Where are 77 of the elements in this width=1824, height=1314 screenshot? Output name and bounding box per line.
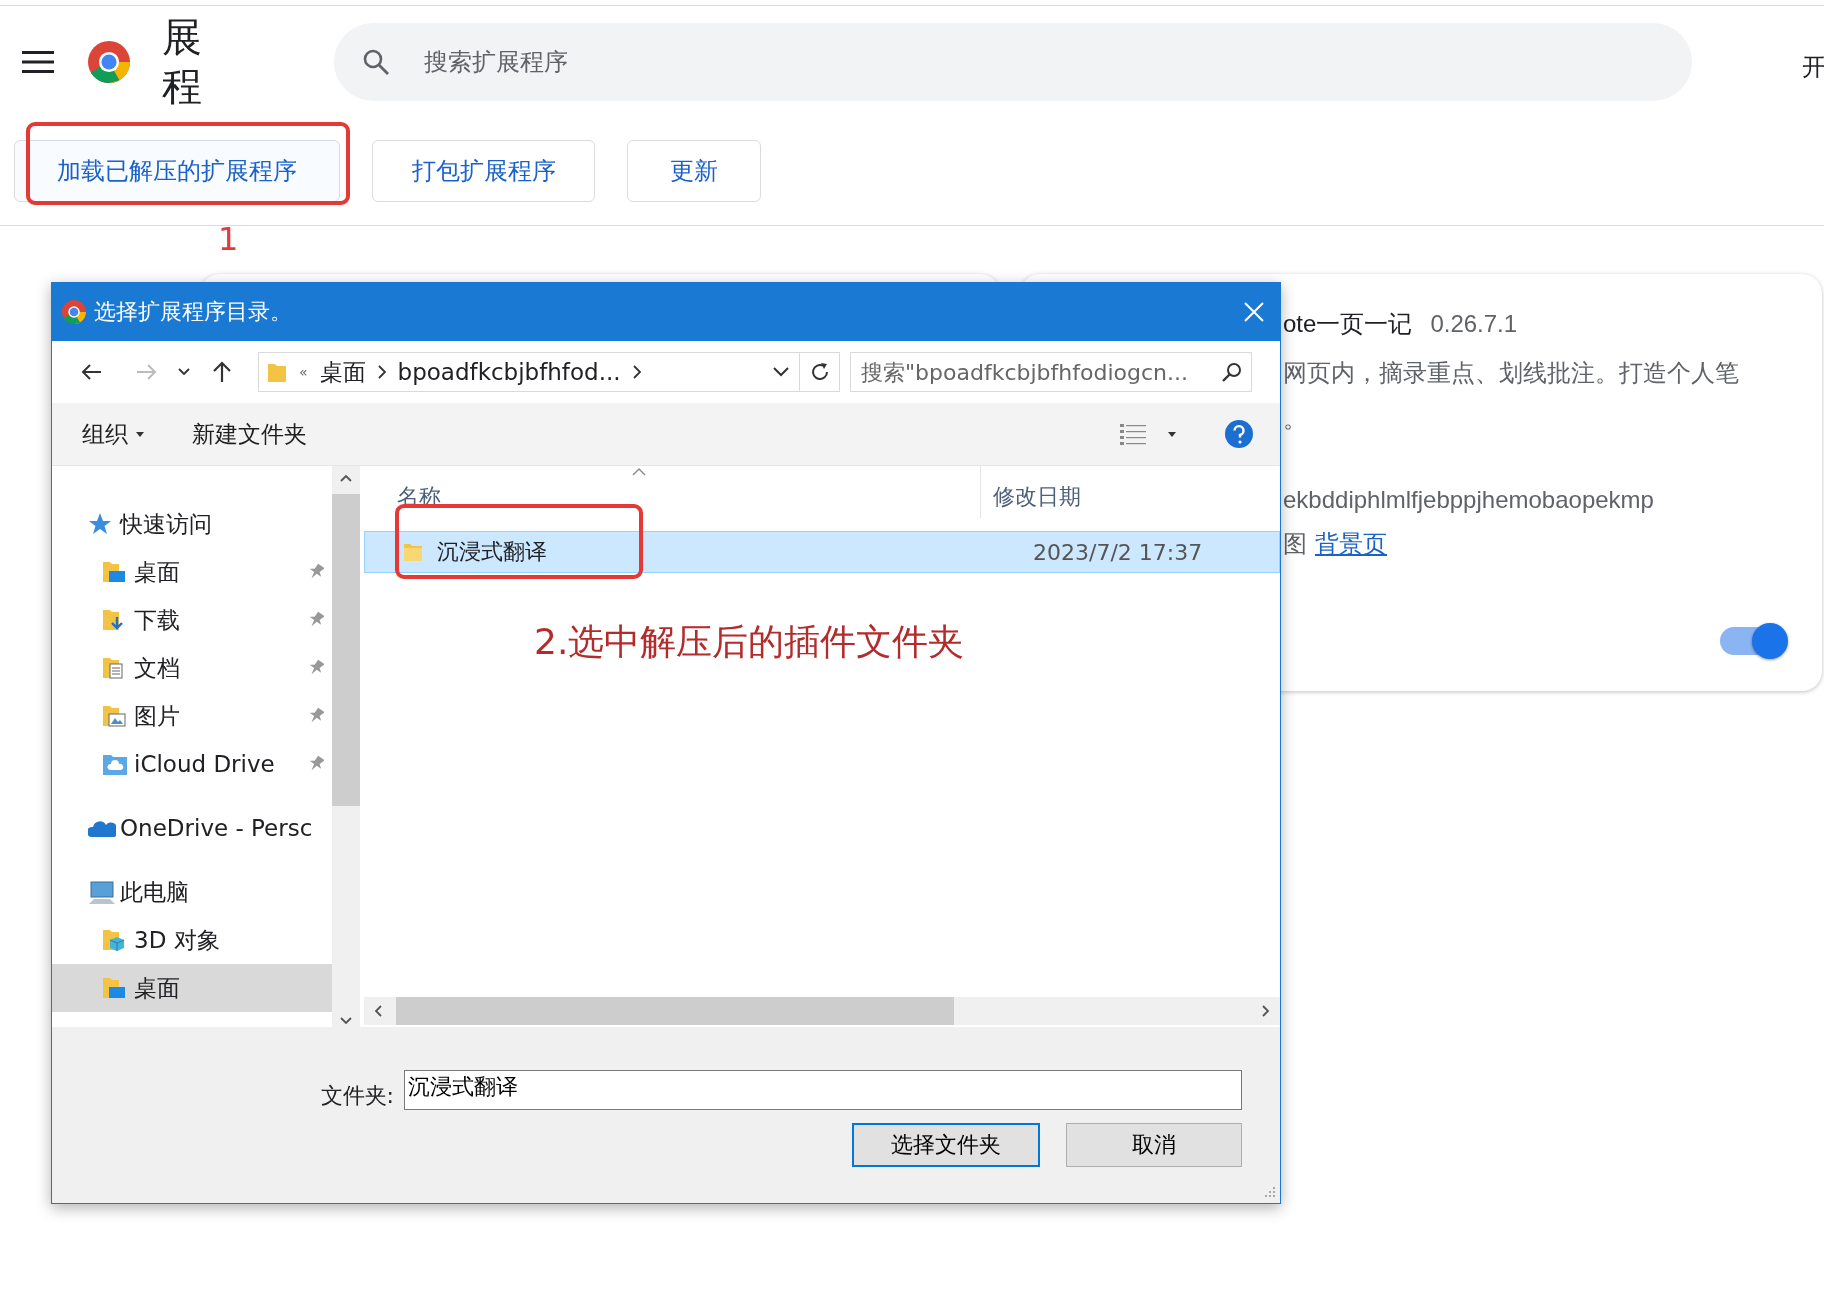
- close-icon[interactable]: [1244, 302, 1264, 322]
- nav-item[interactable]: 图片: [52, 692, 332, 740]
- toolbar-button[interactable]: 打包扩展程序: [372, 140, 595, 202]
- chevron-left-icon[interactable]: [374, 1005, 382, 1017]
- back-arrow-icon[interactable]: [80, 363, 102, 381]
- toolbar-button[interactable]: 加载已解压的扩展程序: [14, 140, 340, 202]
- breadcrumb-item[interactable]: bpoadfkcbjbfhfod...: [397, 359, 621, 385]
- extension-description: 网页内，摘录重点、划线批注。打造个人笔: [1283, 358, 1740, 388]
- chevron-right-icon[interactable]: [1262, 1005, 1270, 1017]
- scrollbar-thumb[interactable]: [396, 997, 954, 1025]
- modified-date: 2023/7/2 17:37: [1032, 539, 1203, 565]
- command-button[interactable]: 新建文件夹: [186, 414, 313, 454]
- chevron-down-icon[interactable]: [340, 1017, 352, 1025]
- search-icon: [1222, 362, 1242, 382]
- chrome-logo: [62, 300, 86, 324]
- nav-item[interactable]: 桌面: [52, 964, 332, 1012]
- nav-item[interactable]: 此电脑: [52, 868, 332, 916]
- chevron-down-icon[interactable]: [178, 368, 190, 376]
- vertical-scrollbar[interactable]: [332, 466, 360, 1027]
- pin-icon[interactable]: [308, 563, 324, 581]
- pin-icon[interactable]: [308, 611, 324, 629]
- views-label: 图: [1283, 529, 1307, 559]
- address-bar[interactable]: « 桌面 bpoadfkcbjbfhfod...: [258, 352, 800, 392]
- nav-item[interactable]: 桌面: [52, 548, 332, 596]
- pc-icon: [88, 880, 116, 904]
- nav-item[interactable]: iCloud Drive: [52, 740, 332, 788]
- nav-item[interactable]: OneDrive - Persc: [52, 804, 332, 852]
- horizontal-scrollbar[interactable]: [364, 997, 1280, 1025]
- nav-item[interactable]: 下载: [52, 596, 332, 644]
- chevron-right-icon: [632, 365, 641, 379]
- file-row[interactable]: 沉浸式翻译 2023/7/2 17:37: [364, 531, 1280, 573]
- nav-item[interactable]: 3D 对象: [52, 916, 332, 964]
- background-page-link[interactable]: 背景页: [1315, 528, 1387, 560]
- annotation-text: 2.选中解压后的插件文件夹: [534, 620, 965, 664]
- refresh-icon: [809, 362, 830, 382]
- chevron-right-icon: [377, 365, 386, 379]
- command-button[interactable]: 组织: [76, 414, 150, 454]
- refresh-button[interactable]: [800, 352, 840, 392]
- column-header[interactable]: 修改日期: [980, 466, 1081, 518]
- file-name: 沉浸式翻译: [437, 538, 547, 566]
- extension-version: 0.26.7.1: [1430, 310, 1518, 338]
- chrome-logo: [88, 41, 130, 83]
- search-field[interactable]: 搜索扩展程序: [334, 23, 1692, 101]
- cancel-button[interactable]: 取消: [1066, 1123, 1242, 1167]
- field-label: 文件夹:: [320, 1082, 394, 1110]
- folder-icon: [403, 542, 423, 562]
- extension-id: ekbddiphlmlfjebppjhemobaopekmp: [1283, 486, 1655, 514]
- pin-icon[interactable]: [308, 707, 324, 725]
- resize-grip-icon: [1264, 1187, 1276, 1199]
- page-title: 展程: [162, 13, 202, 111]
- menu-icon[interactable]: [22, 50, 54, 74]
- caret-icon: [1168, 431, 1176, 437]
- select-folder-button[interactable]: 选择文件夹: [852, 1123, 1040, 1167]
- up-arrow-icon[interactable]: [212, 361, 232, 383]
- chevron-down-icon[interactable]: [773, 367, 789, 377]
- chevron-up-icon[interactable]: [340, 474, 352, 482]
- search-field[interactable]: 搜索"bpoadfkcbjbfhfodiogcn...: [850, 352, 1252, 392]
- extension-description: 。: [1283, 404, 1308, 434]
- dialog-title: 选择扩展程序目录。: [94, 298, 293, 326]
- scrollbar-thumb[interactable]: [332, 494, 360, 806]
- pin-icon[interactable]: [308, 659, 324, 677]
- list-view-icon: [1120, 423, 1146, 445]
- folder-icon: [267, 361, 287, 383]
- help-icon[interactable]: [1224, 419, 1254, 449]
- search-icon: [362, 48, 390, 76]
- overflow-indicator: «: [299, 364, 308, 380]
- nav-item[interactable]: 快速访问: [52, 500, 332, 548]
- extension-name: ote一页一记: [1283, 309, 1413, 339]
- pin-icon[interactable]: [308, 755, 324, 773]
- folder-name-field[interactable]: 沉浸式翻译: [404, 1070, 1242, 1110]
- icloud-icon: [102, 752, 130, 776]
- breadcrumb-item[interactable]: 桌面: [319, 356, 366, 388]
- nav-item[interactable]: 文档: [52, 644, 332, 692]
- sort-caret-icon: [632, 468, 646, 476]
- annotation-number: 1: [218, 220, 239, 258]
- view-options-button[interactable]: [1120, 423, 1176, 445]
- toolbar-button[interactable]: 更新: [627, 140, 761, 202]
